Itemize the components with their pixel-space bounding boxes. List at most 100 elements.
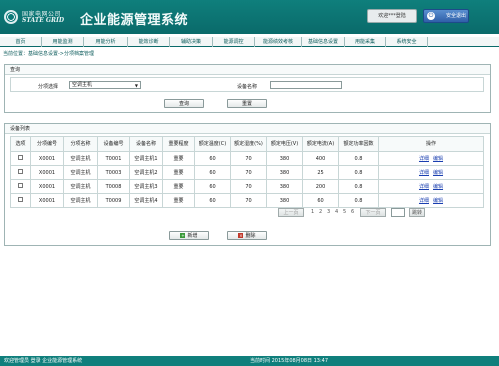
cell: 70: [230, 165, 267, 180]
cell: 200: [302, 179, 339, 194]
nav-item-collection[interactable]: 用能采集: [345, 37, 386, 47]
cell: 空调主机4: [129, 193, 163, 208]
nav-item-security[interactable]: 系统安全: [386, 37, 428, 47]
category-select[interactable]: 空调主机 ▼: [69, 81, 141, 89]
cell: 重要: [162, 179, 195, 194]
query-panel-title: 查询: [5, 65, 490, 75]
power-icon: ⏻: [427, 12, 435, 20]
row-checkbox[interactable]: [18, 197, 23, 202]
edit-link[interactable]: 编辑: [433, 170, 443, 176]
reset-button[interactable]: 重置: [227, 99, 267, 108]
cell: 空调主机: [63, 165, 98, 180]
logo-text-en: STATE GRID: [22, 17, 65, 24]
cell: T0008: [97, 179, 130, 194]
cell: 70: [230, 179, 267, 194]
cell: X0001: [30, 193, 64, 208]
cell: 重要: [162, 193, 195, 208]
cell: 空调主机: [63, 193, 98, 208]
row-checkbox[interactable]: [18, 169, 23, 174]
page-number[interactable]: 2: [319, 209, 322, 215]
nav-item-diagnosis[interactable]: 能效诊断: [128, 37, 170, 47]
state-grid-logo: 国家电网公司 STATE GRID: [4, 8, 74, 28]
nav-item-control[interactable]: 能源调控: [213, 37, 255, 47]
next-page-button[interactable]: 下一页: [360, 208, 386, 217]
delete-label: 删除: [245, 233, 256, 239]
footer-welcome: 欢迎管理员 登录 企业能源管理系统: [4, 358, 83, 364]
cell: 空调主机: [63, 151, 98, 166]
add-label: 新增: [187, 233, 198, 239]
page-number[interactable]: 4: [335, 209, 338, 215]
app-title: 企业能源管理系统: [80, 13, 189, 28]
device-name-label: 设备名称: [237, 84, 258, 90]
query-panel: 查询 分项选择 空调主机 ▼ 设备名称 查询 重置: [4, 64, 491, 113]
nav-item-decision[interactable]: 辅助决策: [170, 37, 213, 47]
welcome-button[interactable]: 欢迎***登陆: [367, 9, 417, 23]
page-number[interactable]: 3: [327, 209, 330, 215]
cell: 空调主机2: [129, 165, 163, 180]
page-number[interactable]: 1: [311, 209, 314, 215]
col-header: 分项名称: [63, 136, 98, 152]
col-header: 设备编号: [97, 136, 130, 152]
cell: 400: [302, 151, 339, 166]
detail-link[interactable]: 详细: [419, 156, 429, 162]
table-row: X0001 空调主机 T0009 空调主机4 重要 60 70 380 60 0…: [10, 193, 484, 208]
device-list-title: 设备列表: [5, 124, 490, 134]
category-select-value: 空调主机: [72, 82, 93, 88]
app-header: 国家电网公司 STATE GRID 企业能源管理系统 欢迎***登陆 ⏻ 安全退…: [0, 0, 499, 34]
cell: 60: [194, 179, 231, 194]
detail-link[interactable]: 详细: [419, 198, 429, 204]
nav-item-basic-info[interactable]: 基础信息设置: [302, 37, 345, 47]
page-jump-button[interactable]: 跳转: [409, 208, 425, 217]
edit-link[interactable]: 编辑: [433, 198, 443, 204]
query-form: 分项选择 空调主机 ▼ 设备名称: [10, 77, 484, 92]
edit-link[interactable]: 编辑: [433, 156, 443, 162]
table-row: X0001 空调主机 T0001 空调主机1 重要 60 70 380 400 …: [10, 151, 484, 166]
breadcrumb: 当前位置：基础信息设置->分项档案管理: [3, 51, 94, 57]
col-header: 额定湿度(%): [230, 136, 267, 152]
nav-item-monitoring[interactable]: 用能监测: [42, 37, 84, 47]
logout-button[interactable]: ⏻ 安全退出: [423, 9, 469, 23]
table-header-row: 选项 分项编号 分项名称 设备编号 设备名称 重要程度 额定温度(C) 额定湿度…: [10, 136, 484, 152]
cell: T0009: [97, 193, 130, 208]
add-button[interactable]: + 新增: [169, 231, 209, 240]
row-checkbox[interactable]: [18, 155, 23, 160]
page-number[interactable]: 5: [343, 209, 346, 215]
delete-button[interactable]: × 删除: [227, 231, 267, 240]
cell: 70: [230, 151, 267, 166]
cell: 0.8: [338, 151, 379, 166]
cell: 380: [266, 151, 303, 166]
delete-icon: ×: [238, 233, 244, 238]
col-header: 重要程度: [162, 136, 195, 152]
cell: 70: [230, 193, 267, 208]
state-grid-emblem-icon: [4, 10, 18, 24]
footer-time: 当前时间 2015年08月08日 13:47: [250, 358, 329, 364]
cell: X0001: [30, 179, 64, 194]
nav-item-analysis[interactable]: 用能分析: [84, 37, 128, 47]
cell: 60: [194, 193, 231, 208]
cell: 空调主机3: [129, 179, 163, 194]
col-header: 操作: [378, 136, 484, 152]
detail-link[interactable]: 详细: [419, 170, 429, 176]
page-jump-input[interactable]: [391, 208, 405, 217]
cell: 380: [266, 193, 303, 208]
detail-link[interactable]: 详细: [419, 184, 429, 190]
col-header: 额定电流(A): [302, 136, 339, 152]
prev-page-button[interactable]: 上一页: [278, 208, 304, 217]
nav-item-performance[interactable]: 能源绩效考核: [255, 37, 302, 47]
table-row: X0001 空调主机 T0003 空调主机2 重要 60 70 380 25 0…: [10, 165, 484, 180]
col-header: 额定温度(C): [194, 136, 231, 152]
row-checkbox[interactable]: [18, 183, 23, 188]
device-table: 选项 分项编号 分项名称 设备编号 设备名称 重要程度 额定温度(C) 额定湿度…: [10, 136, 484, 208]
page-number[interactable]: 6: [351, 209, 354, 215]
col-header: 设备名称: [129, 136, 163, 152]
edit-link[interactable]: 编辑: [433, 184, 443, 190]
search-button[interactable]: 查询: [164, 99, 204, 108]
cell: 25: [302, 165, 339, 180]
cell: 0.8: [338, 193, 379, 208]
device-name-input[interactable]: [270, 81, 342, 89]
nav-item-home[interactable]: 首页: [0, 37, 42, 47]
cell: X0001: [30, 165, 64, 180]
cell: T0003: [97, 165, 130, 180]
col-header: 分项编号: [30, 136, 64, 152]
cell: 60: [194, 165, 231, 180]
